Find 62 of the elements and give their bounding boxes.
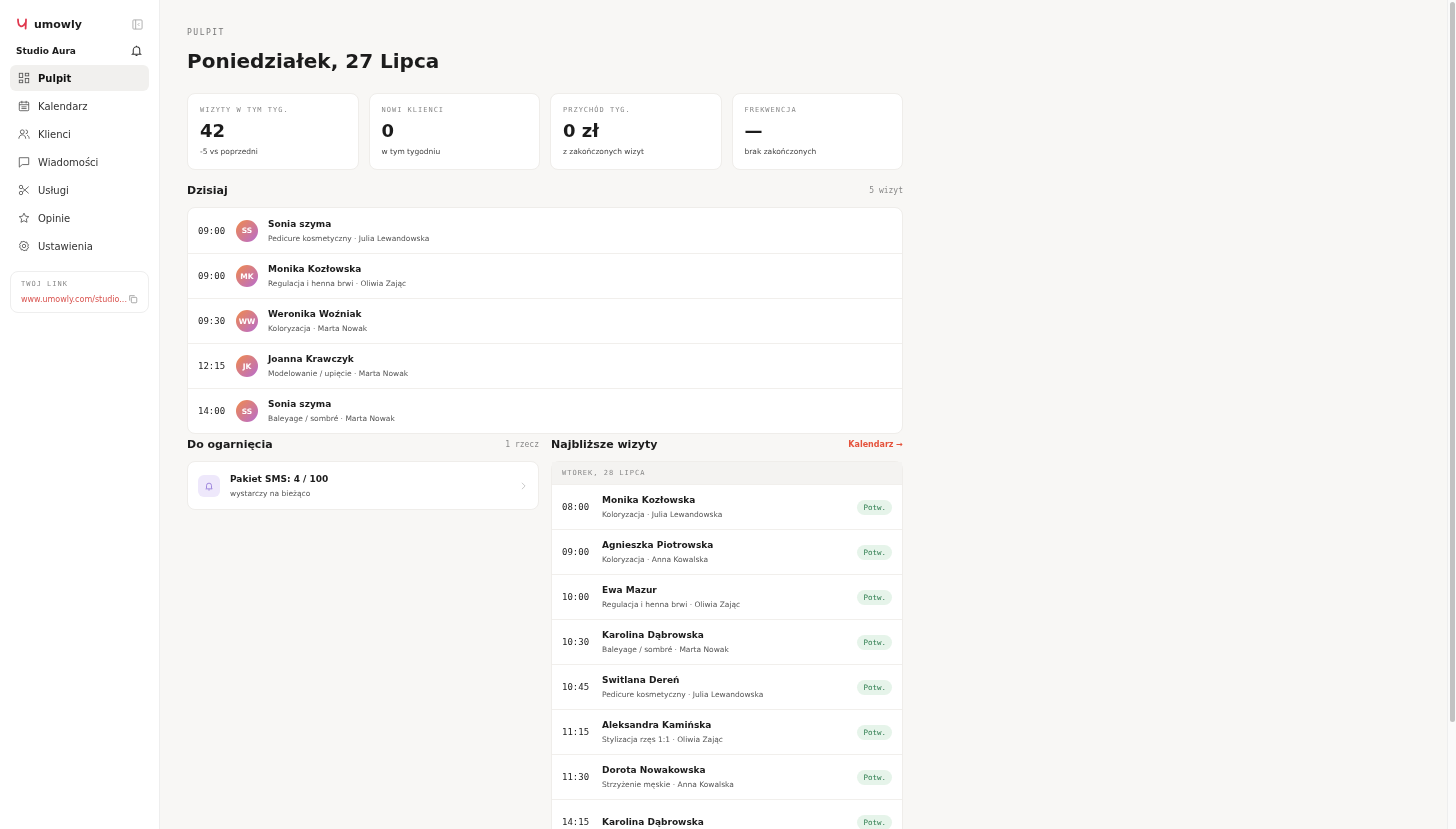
studio-name: Studio Aura bbox=[16, 45, 76, 56]
logo-icon bbox=[16, 18, 28, 30]
client-name: Karolina Dąbrowska bbox=[602, 817, 705, 827]
todo-title: Pakiet SMS: 4 / 100 bbox=[230, 473, 330, 484]
section-count: 5 wizyt bbox=[869, 186, 903, 195]
breadcrumb: PULPIT bbox=[187, 28, 226, 37]
copy-icon[interactable] bbox=[128, 294, 138, 304]
appointment-time: 09:00 bbox=[562, 547, 591, 557]
client-name: Joanna Krawczyk bbox=[268, 354, 355, 364]
stat-value: 42 bbox=[200, 120, 227, 141]
client-name: Sonia szyma bbox=[268, 218, 333, 229]
client-name: Weronika Woźniak bbox=[268, 309, 363, 319]
scissors-icon bbox=[18, 184, 30, 196]
stat-value: 0 zł bbox=[563, 120, 600, 141]
appointment-time: 09:30 bbox=[198, 316, 227, 326]
nav-item[interactable]: Kalendarz bbox=[10, 93, 149, 119]
nav-item[interactable]: Pulpit bbox=[10, 65, 149, 91]
chevron-icon bbox=[521, 481, 526, 490]
nav-item[interactable]: Opinie bbox=[10, 205, 149, 231]
nav-item[interactable]: Wiadomości bbox=[10, 149, 149, 175]
appointment-time: 10:30 bbox=[562, 637, 591, 647]
bell-icon bbox=[198, 474, 220, 497]
appointment-time: 10:00 bbox=[562, 592, 591, 602]
page-title: Poniedziałek, 27 Lipca bbox=[187, 49, 441, 73]
appointment-time: 09:00 bbox=[198, 271, 227, 281]
appointment-time: 11:15 bbox=[562, 727, 591, 737]
client-name: Agnieszka Piotrowska bbox=[602, 540, 715, 550]
studio-link[interactable]: www.umowly.com/studio... bbox=[21, 294, 127, 304]
appointment-time: 08:00 bbox=[562, 502, 591, 512]
appointment-time: 14:15 bbox=[562, 817, 591, 827]
grid-icon bbox=[18, 72, 30, 84]
users-icon bbox=[18, 128, 30, 140]
client-name: Karolina Dąbrowska bbox=[602, 630, 705, 640]
brand-name: umowly bbox=[34, 17, 83, 31]
client-name: Monika Kozłowska bbox=[602, 495, 697, 505]
client-name: Switlana Dereń bbox=[602, 675, 681, 685]
appointment-time: 10:45 bbox=[562, 682, 591, 692]
chat-icon bbox=[18, 156, 30, 168]
appointment-time: 09:00 bbox=[198, 225, 227, 236]
section-title: Najbliższe wizyty bbox=[551, 438, 658, 451]
bell-icon[interactable] bbox=[130, 44, 143, 57]
appointment-time: 14:00 bbox=[198, 406, 227, 416]
client-name: Monika Kozłowska bbox=[268, 264, 363, 274]
section-title: Dzisiaj bbox=[187, 184, 228, 197]
star-icon bbox=[18, 212, 30, 224]
section-title: Do ogarnięcia bbox=[187, 438, 273, 451]
scrollbar-thumb[interactable] bbox=[1449, 2, 1455, 722]
client-name: Sonia szyma bbox=[268, 399, 333, 409]
stat-value: — bbox=[744, 120, 764, 141]
stat-value: 0 bbox=[381, 120, 396, 141]
appointment-time: 11:30 bbox=[562, 772, 591, 782]
nav-item[interactable]: Ustawienia bbox=[10, 233, 149, 259]
settings-icon bbox=[18, 240, 30, 252]
nav-item[interactable]: Usługi bbox=[10, 177, 149, 203]
nav-item[interactable]: Klienci bbox=[10, 121, 149, 147]
client-name: Ewa Mazur bbox=[602, 585, 658, 595]
appointment-time: 12:15 bbox=[198, 361, 227, 371]
section-count: 1 rzecz bbox=[505, 440, 539, 449]
sidebar-toggle-icon[interactable] bbox=[132, 18, 143, 30]
calendar-icon bbox=[18, 100, 30, 112]
client-name: Aleksandra Kamińska bbox=[602, 720, 713, 730]
client-name: Dorota Nowakowska bbox=[602, 765, 707, 775]
